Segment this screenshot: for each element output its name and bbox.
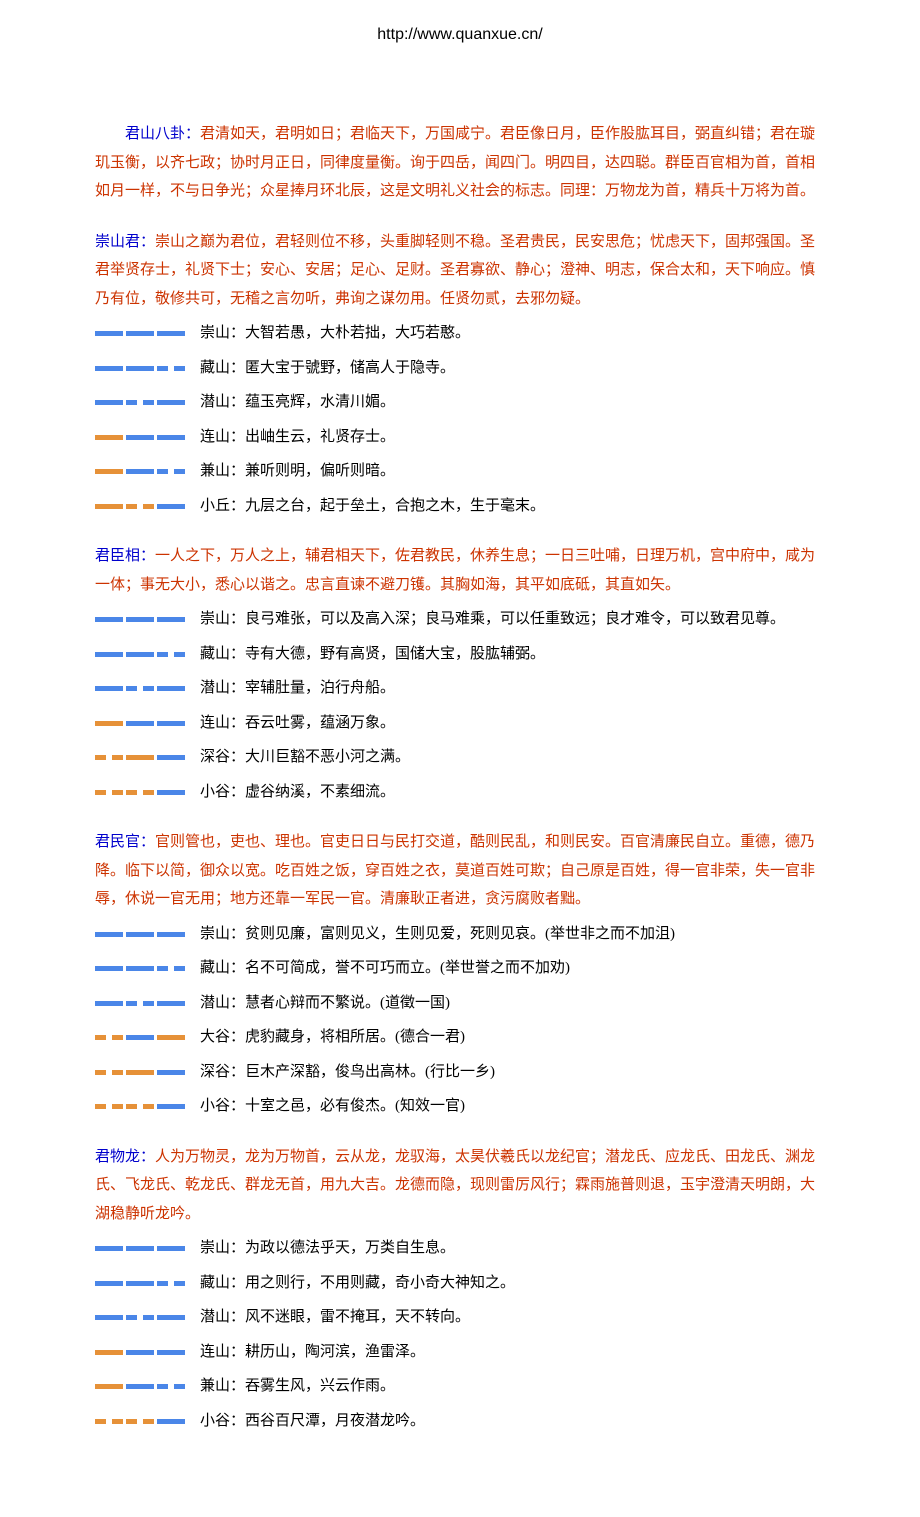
- list-item: 藏山：名不可简成，誉不可巧而立。(举世誉之而不加劝): [95, 948, 825, 983]
- list-item-text: 潜山：蕴玉亮辉，水清川媚。: [200, 388, 825, 417]
- hexagram-icon: [95, 1332, 200, 1367]
- hexagram-icon: [95, 1052, 200, 1087]
- list-item: 潜山：慧者心辩而不繁说。(道徵一国): [95, 983, 825, 1018]
- hexagram-icon: [95, 348, 200, 383]
- hexagram-icon: [95, 1297, 200, 1332]
- section-intro: 君民官：官则管也，吏也、理也。官吏日日与民打交道，酷则民乱，和则民安。百官清廉民…: [95, 828, 825, 914]
- section-title: 君民官：: [95, 834, 155, 850]
- hexagram-icon: [95, 668, 200, 703]
- section-intro: 崇山君：崇山之巅为君位，君轻则位不移，头重脚轻则不稳。圣君贵民，民安思危；忧虑天…: [95, 228, 825, 314]
- hexagram-icon: [95, 1228, 200, 1263]
- list-item-text: 连山：出岫生云，礼贤存士。: [200, 423, 825, 452]
- list-item-text: 连山：耕历山，陶河滨，渔雷泽。: [200, 1338, 825, 1367]
- list-item-text: 潜山：慧者心辩而不繁说。(道徵一国): [200, 989, 825, 1018]
- list-item-text: 兼山：兼听则明，偏听则暗。: [200, 457, 825, 486]
- hexagram-icon: [95, 486, 200, 521]
- hexagram-icon: [95, 948, 200, 983]
- list-item: 连山：出岫生云，礼贤存士。: [95, 417, 825, 452]
- list-item-text: 小谷：虚谷纳溪，不素细流。: [200, 778, 825, 807]
- list-item: 潜山：蕴玉亮辉，水清川媚。: [95, 382, 825, 417]
- hexagram-icon: [95, 599, 200, 634]
- list-item: 小丘：九层之台，起于垒土，合抱之木，生于毫末。: [95, 486, 825, 521]
- hexagram-icon: [95, 417, 200, 452]
- header-url: http://www.quanxue.cn/: [95, 20, 825, 50]
- list-item-text: 小谷：十室之邑，必有俊杰。(知效一官): [200, 1092, 825, 1121]
- list-item-text: 藏山：寺有大德，野有高贤，国储大宝，股肱辅弼。: [200, 640, 825, 669]
- section-intro: 君臣相：一人之下，万人之上，辅君相天下，佐君教民，休养生息；一日三吐哺，日理万机…: [95, 542, 825, 599]
- list-item: 连山：耕历山，陶河滨，渔雷泽。: [95, 1332, 825, 1367]
- hexagram-icon: [95, 313, 200, 348]
- list-item: 大谷：虎豹藏身，将相所居。(德合一君): [95, 1017, 825, 1052]
- list-item: 崇山：大智若愚，大朴若拙，大巧若憨。: [95, 313, 825, 348]
- section-intro: 君物龙：人为万物灵，龙为万物首，云从龙，龙驭海，太昊伏羲氏以龙纪官；潜龙氏、应龙…: [95, 1143, 825, 1229]
- list-item: 藏山：用之则行，不用则藏，奇小奇大神知之。: [95, 1263, 825, 1298]
- section-title: 君臣相：: [95, 548, 155, 564]
- section-body: 崇山之巅为君位，君轻则位不移，头重脚轻则不稳。圣君贵民，民安思危；忧虑天下，固邦…: [95, 234, 815, 307]
- list-item: 崇山：贫则见廉，富则见义，生则见爱，死则见哀。(举世非之而不加沮): [95, 914, 825, 949]
- list-item-text: 深谷：大川巨豁不恶小河之满。: [200, 743, 825, 772]
- section: 君物龙：人为万物灵，龙为万物首，云从龙，龙驭海，太昊伏羲氏以龙纪官；潜龙氏、应龙…: [95, 1143, 825, 1436]
- section-intro: 君山八卦：君清如天，君明如日；君临天下，万国咸宁。君臣像日月，臣作股肱耳目，弼直…: [95, 120, 825, 206]
- list-item: 潜山：风不迷眼，雷不掩耳，天不转向。: [95, 1297, 825, 1332]
- hexagram-icon: [95, 1366, 200, 1401]
- document-page: http://www.quanxue.cn/ 君山八卦：君清如天，君明如日；君临…: [0, 0, 920, 1517]
- section: 君山八卦：君清如天，君明如日；君临天下，万国咸宁。君臣像日月，臣作股肱耳目，弼直…: [95, 120, 825, 206]
- hexagram-icon: [95, 634, 200, 669]
- section-body: 君清如天，君明如日；君临天下，万国咸宁。君臣像日月，臣作股肱耳目，弼直纠错；君在…: [95, 126, 815, 199]
- list-item-text: 大谷：虎豹藏身，将相所居。(德合一君): [200, 1023, 825, 1052]
- list-item-text: 崇山：良弓难张，可以及高入深；良马难乘，可以任重致远；良才难令，可以致君见尊。: [200, 605, 825, 634]
- hexagram-icon: [95, 382, 200, 417]
- list-item-text: 连山：吞云吐雾，蕴涵万象。: [200, 709, 825, 738]
- list-item-text: 小谷：西谷百尺潭，月夜潜龙吟。: [200, 1407, 825, 1436]
- list-item: 深谷：大川巨豁不恶小河之满。: [95, 737, 825, 772]
- list-item: 兼山：兼听则明，偏听则暗。: [95, 451, 825, 486]
- hexagram-icon: [95, 1401, 200, 1436]
- hexagram-icon: [95, 737, 200, 772]
- list-item: 藏山：寺有大德，野有高贤，国储大宝，股肱辅弼。: [95, 634, 825, 669]
- list-item: 小谷：西谷百尺潭，月夜潜龙吟。: [95, 1401, 825, 1436]
- section-title: 君山八卦：: [125, 126, 200, 142]
- list-item-text: 崇山：贫则见廉，富则见义，生则见爱，死则见哀。(举世非之而不加沮): [200, 920, 825, 949]
- section: 崇山君：崇山之巅为君位，君轻则位不移，头重脚轻则不稳。圣君贵民，民安思危；忧虑天…: [95, 228, 825, 521]
- list-item: 小谷：十室之邑，必有俊杰。(知效一官): [95, 1086, 825, 1121]
- hexagram-icon: [95, 1263, 200, 1298]
- section-body: 官则管也，吏也、理也。官吏日日与民打交道，酷则民乱，和则民安。百官清廉民自立。重…: [95, 834, 815, 907]
- hexagram-icon: [95, 451, 200, 486]
- list-item-text: 小丘：九层之台，起于垒土，合抱之木，生于毫末。: [200, 492, 825, 521]
- list-item: 崇山：良弓难张，可以及高入深；良马难乘，可以任重致远；良才难令，可以致君见尊。: [95, 599, 825, 634]
- list-item-text: 潜山：宰辅肚量，泊行舟船。: [200, 674, 825, 703]
- list-item-text: 藏山：用之则行，不用则藏，奇小奇大神知之。: [200, 1269, 825, 1298]
- section-title: 崇山君：: [95, 234, 155, 250]
- list-item-text: 藏山：匿大宝于號野，储高人于隐寺。: [200, 354, 825, 383]
- hexagram-icon: [95, 1017, 200, 1052]
- list-item: 潜山：宰辅肚量，泊行舟船。: [95, 668, 825, 703]
- section: 君民官：官则管也，吏也、理也。官吏日日与民打交道，酷则民乱，和则民安。百官清廉民…: [95, 828, 825, 1121]
- hexagram-icon: [95, 772, 200, 807]
- section-title: 君物龙：: [95, 1149, 155, 1165]
- list-item: 深谷：巨木产深豁，俊鸟出高林。(行比一乡): [95, 1052, 825, 1087]
- list-item-text: 深谷：巨木产深豁，俊鸟出高林。(行比一乡): [200, 1058, 825, 1087]
- hexagram-icon: [95, 983, 200, 1018]
- hexagram-icon: [95, 1086, 200, 1121]
- list-item: 连山：吞云吐雾，蕴涵万象。: [95, 703, 825, 738]
- section: 君臣相：一人之下，万人之上，辅君相天下，佐君教民，休养生息；一日三吐哺，日理万机…: [95, 542, 825, 806]
- list-item-text: 崇山：为政以德法乎天，万类自生息。: [200, 1234, 825, 1263]
- hexagram-icon: [95, 703, 200, 738]
- list-item-text: 崇山：大智若愚，大朴若拙，大巧若憨。: [200, 319, 825, 348]
- section-body: 一人之下，万人之上，辅君相天下，佐君教民，休养生息；一日三吐哺，日理万机，宫中府…: [95, 548, 815, 593]
- list-item-text: 兼山：吞雾生风，兴云作雨。: [200, 1372, 825, 1401]
- list-item-text: 藏山：名不可简成，誉不可巧而立。(举世誉之而不加劝): [200, 954, 825, 983]
- list-item-text: 潜山：风不迷眼，雷不掩耳，天不转向。: [200, 1303, 825, 1332]
- list-item: 兼山：吞雾生风，兴云作雨。: [95, 1366, 825, 1401]
- document-body: 君山八卦：君清如天，君明如日；君临天下，万国咸宁。君臣像日月，臣作股肱耳目，弼直…: [95, 120, 825, 1435]
- list-item: 崇山：为政以德法乎天，万类自生息。: [95, 1228, 825, 1263]
- section-body: 人为万物灵，龙为万物首，云从龙，龙驭海，太昊伏羲氏以龙纪官；潜龙氏、应龙氏、田龙…: [95, 1149, 815, 1222]
- list-item: 小谷：虚谷纳溪，不素细流。: [95, 772, 825, 807]
- hexagram-icon: [95, 914, 200, 949]
- list-item: 藏山：匿大宝于號野，储高人于隐寺。: [95, 348, 825, 383]
